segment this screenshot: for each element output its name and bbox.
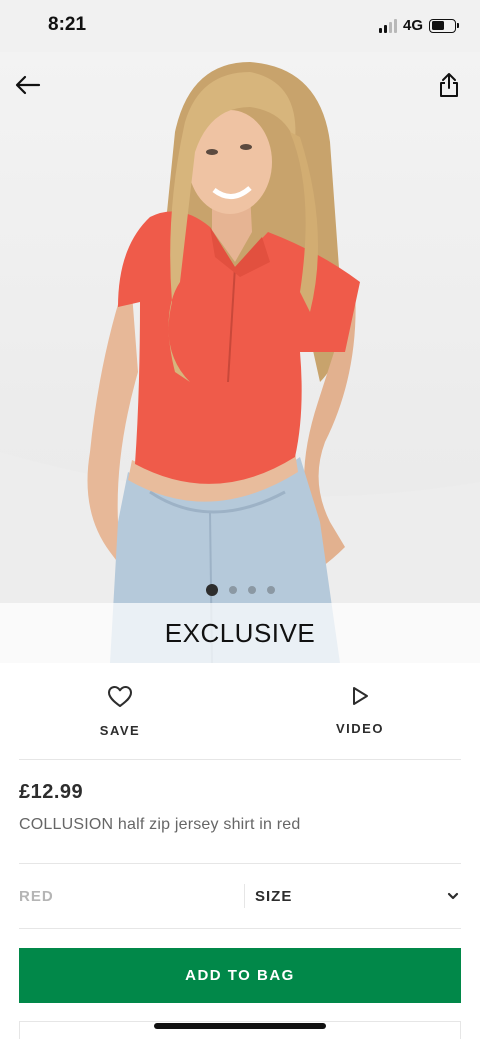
product-image-gallery[interactable]: EXCLUSIVE: [0, 52, 480, 663]
gallery-dot[interactable]: [247, 586, 256, 594]
video-label: VIDEO: [336, 721, 384, 736]
battery-icon: [429, 18, 459, 33]
gallery-pagination: [0, 584, 480, 596]
video-button[interactable]: VIDEO: [240, 663, 480, 759]
product-title: COLLUSION half zip jersey shirt in red: [19, 816, 301, 833]
arrow-left-icon: [15, 75, 41, 95]
divider: [19, 759, 461, 760]
back-button[interactable]: [13, 70, 43, 100]
variant-selector: RED SIZE: [19, 864, 461, 928]
add-to-bag-button[interactable]: ADD TO BAG: [19, 948, 461, 1003]
product-actions: SAVE VIDEO: [0, 663, 480, 759]
status-indicators: 4G: [378, 17, 459, 34]
signal-icon: [378, 18, 397, 33]
share-button[interactable]: [434, 70, 464, 100]
status-bar: 8:21 4G: [0, 0, 480, 52]
chevron-down-icon: [447, 892, 459, 900]
play-icon: [353, 687, 368, 705]
home-indicator[interactable]: [154, 1023, 326, 1029]
divider: [19, 928, 461, 929]
gallery-dot[interactable]: [266, 586, 275, 594]
save-button[interactable]: SAVE: [0, 663, 240, 759]
product-photo: [0, 62, 480, 663]
product-price: £12.99: [19, 781, 84, 803]
size-dropdown[interactable]: SIZE: [245, 888, 461, 905]
save-label: SAVE: [99, 723, 141, 738]
network-type: 4G: [402, 17, 423, 34]
share-icon: [440, 73, 458, 97]
exclusive-badge: EXCLUSIVE: [0, 603, 480, 663]
status-time: 8:21: [48, 14, 87, 35]
gallery-dot[interactable]: [205, 584, 218, 596]
gallery-dot[interactable]: [228, 586, 237, 594]
colour-value: RED: [19, 887, 54, 905]
heart-icon: [108, 686, 132, 707]
size-label: SIZE: [255, 887, 293, 905]
